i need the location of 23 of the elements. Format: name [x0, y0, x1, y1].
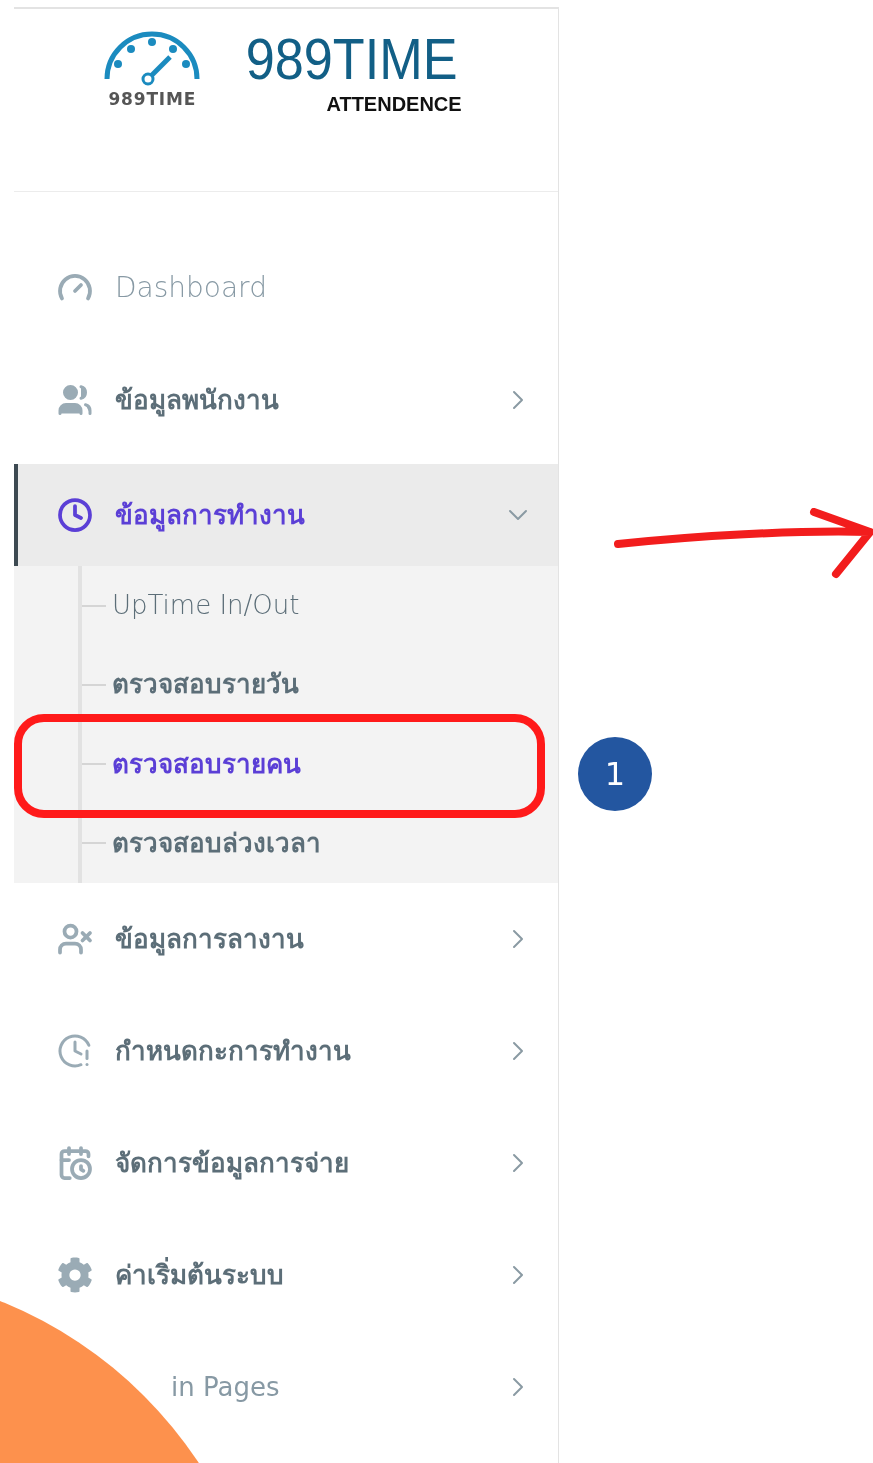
- clock-alert-icon: [57, 1033, 93, 1069]
- calendar-clock-icon: [57, 1145, 93, 1181]
- submenu-item[interactable]: ตรวจสอบรายคน: [112, 744, 301, 784]
- submenu-item[interactable]: ตรวจสอบรายวัน: [112, 665, 299, 705]
- menu-item[interactable]: Dashboard: [115, 267, 534, 309]
- submenu-item[interactable]: UpTime In/Out: [112, 586, 300, 626]
- menu-item[interactable]: กำหนดกะการทำงาน: [115, 1031, 502, 1071]
- submenu-item[interactable]: ตรวจสอบล่วงเวลา: [112, 823, 321, 863]
- menu-item[interactable]: ข้อมูลการทำงาน: [14, 464, 558, 566]
- menu-item[interactable]: ค่าเริ่มต้นระบบ: [115, 1255, 502, 1295]
- menu-item[interactable]: ข้อมูลการลางาน: [115, 919, 502, 959]
- menu-item[interactable]: in Pages: [171, 1367, 502, 1407]
- step-badge: 1: [578, 737, 652, 811]
- settings-icon: [57, 1257, 93, 1293]
- menu-item[interactable]: จัดการข้อมูลการจ่าย: [115, 1143, 502, 1183]
- menu-label: ข้อมูลการทำงาน: [115, 498, 306, 534]
- users-icon: [57, 382, 93, 418]
- logo-title: 989TIME: [246, 29, 458, 89]
- menu-item[interactable]: ข้อมูลพนักงาน: [115, 380, 502, 420]
- user-off-icon: [57, 921, 93, 957]
- clock-icon: [57, 497, 93, 533]
- logo-subtitle: ATTENDENCE: [326, 92, 463, 117]
- logo-emblem-text: 989TIME: [108, 88, 197, 111]
